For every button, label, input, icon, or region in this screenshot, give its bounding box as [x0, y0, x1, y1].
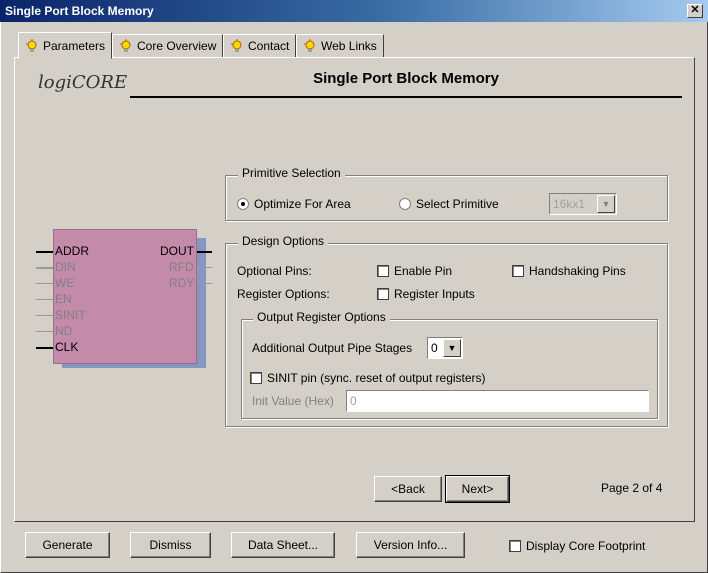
- register-options-label: Register Options:: [237, 287, 330, 301]
- lightbulb-icon: [26, 38, 37, 52]
- page-title: Single Port Block Memory: [313, 70, 499, 87]
- version-info-button[interactable]: Version Info...: [356, 532, 465, 558]
- pin-line-addr: [36, 251, 53, 253]
- sinit-pin-label: SINIT pin (sync. reset of output registe…: [267, 371, 486, 385]
- optimize-area-radio[interactable]: [237, 198, 249, 210]
- window-title: Single Port Block Memory: [5, 4, 154, 18]
- optimize-area-label: Optimize For Area: [254, 197, 351, 211]
- register-inputs-checkbox[interactable]: [377, 288, 389, 300]
- lightbulb-icon: [120, 39, 131, 52]
- pin-label-clk: CLK: [55, 340, 79, 354]
- pin-label-din: DIN: [55, 260, 76, 274]
- handshaking-pins-checkbox[interactable]: [512, 265, 524, 277]
- display-footprint-label: Display Core Footprint: [526, 539, 646, 553]
- tab-label: Contact: [248, 39, 290, 53]
- tab-contact[interactable]: Contact: [223, 34, 297, 58]
- dismiss-button[interactable]: Dismiss: [130, 532, 211, 558]
- pin-line-rdy: [197, 283, 212, 284]
- pin-line-sinit: [36, 315, 53, 316]
- pin-label-en: EN: [55, 292, 72, 306]
- pin-line-din: [36, 267, 53, 269]
- handshaking-pins-option[interactable]: Handshaking Pins: [512, 264, 626, 278]
- logicore-logo: logiCORE: [38, 72, 127, 93]
- tab-web-links[interactable]: Web Links: [296, 34, 384, 58]
- pipe-stages-label: Additional Output Pipe Stages: [252, 341, 413, 355]
- display-footprint-option[interactable]: Display Core Footprint: [509, 539, 645, 553]
- lightbulb-icon: [304, 39, 315, 52]
- init-value-field[interactable]: 0: [346, 390, 649, 412]
- select-primitive-option[interactable]: Select Primitive: [399, 197, 499, 211]
- design-options-label: Design Options: [238, 234, 329, 248]
- primitive-select[interactable]: 16kx1 ▼: [549, 193, 617, 215]
- tab-label: Core Overview: [137, 39, 217, 53]
- pin-label-sinit: SINIT: [55, 308, 86, 322]
- tab-core-overview[interactable]: Core Overview: [112, 34, 224, 58]
- lightbulb-icon: [231, 39, 242, 52]
- tab-label: Parameters: [43, 38, 106, 53]
- pin-line-nd: [36, 331, 53, 332]
- close-icon: ✕: [690, 4, 700, 16]
- init-value-label: Init Value (Hex): [252, 394, 334, 408]
- pin-label-addr: ADDR: [55, 244, 90, 258]
- back-button[interactable]: <Back: [374, 476, 442, 502]
- output-register-label: Output Register Options: [253, 310, 390, 324]
- pin-line-clk: [36, 347, 53, 349]
- logo-suffix: CORE: [71, 72, 128, 93]
- optimize-area-option[interactable]: Optimize For Area: [237, 197, 351, 211]
- tab-label: Web Links: [321, 39, 377, 53]
- pipe-stages-value: 0: [431, 341, 438, 355]
- pin-line-en: [36, 299, 53, 300]
- handshaking-pins-label: Handshaking Pins: [529, 264, 626, 278]
- pin-label-dout: DOUT: [160, 244, 194, 258]
- tab-parameters[interactable]: Parameters: [18, 32, 113, 59]
- register-inputs-option[interactable]: Register Inputs: [377, 287, 475, 301]
- sinit-pin-checkbox[interactable]: [250, 372, 262, 384]
- sinit-pin-option[interactable]: SINIT pin (sync. reset of output registe…: [250, 371, 486, 385]
- primitive-selection-label: Primitive Selection: [238, 166, 345, 180]
- select-primitive-radio[interactable]: [399, 198, 411, 210]
- select-primitive-label: Select Primitive: [416, 197, 499, 211]
- primitive-select-value: 16kx1: [553, 197, 586, 211]
- enable-pin-option[interactable]: Enable Pin: [377, 264, 452, 278]
- pin-label-we: WE: [55, 276, 75, 290]
- next-button[interactable]: Next>: [445, 475, 510, 503]
- page-indicator: Page 2 of 4: [601, 481, 663, 495]
- chevron-down-icon: ▼: [597, 195, 615, 213]
- logo-prefix: logi: [38, 72, 72, 93]
- pin-label-rdy: RDY: [169, 276, 195, 290]
- generate-button[interactable]: Generate: [25, 532, 110, 558]
- pin-line-rfd: [197, 267, 212, 268]
- chevron-down-icon: ▼: [443, 339, 461, 357]
- title-bar: Single Port Block Memory ✕: [0, 0, 708, 22]
- pin-label-rfd: RFD: [169, 260, 194, 274]
- optional-pins-label: Optional Pins:: [237, 264, 312, 278]
- pin-line-dout: [197, 251, 212, 253]
- pipe-stages-select[interactable]: 0 ▼: [427, 337, 463, 359]
- enable-pin-checkbox[interactable]: [377, 265, 389, 277]
- title-divider: [130, 96, 682, 98]
- pin-line-we: [36, 283, 53, 284]
- close-button[interactable]: ✕: [687, 4, 703, 18]
- enable-pin-label: Enable Pin: [394, 264, 453, 278]
- register-inputs-label: Register Inputs: [394, 287, 475, 301]
- pin-label-nd: ND: [55, 324, 73, 338]
- display-footprint-checkbox[interactable]: [509, 540, 521, 552]
- data-sheet-button[interactable]: Data Sheet...: [231, 532, 335, 558]
